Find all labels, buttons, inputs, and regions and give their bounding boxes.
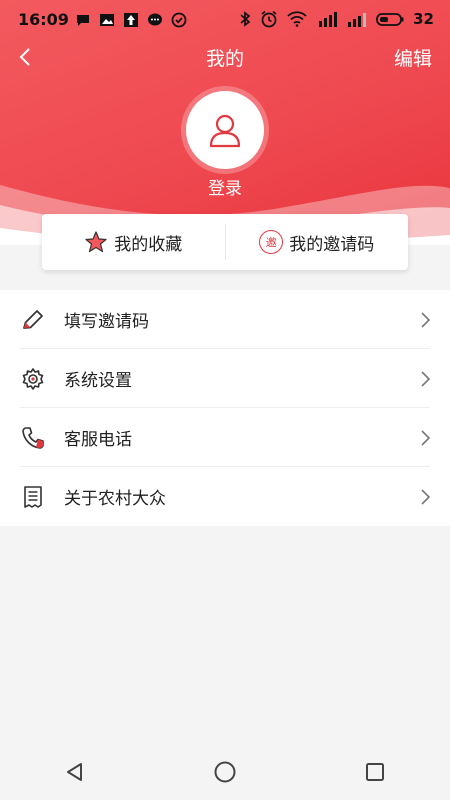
menu-item-enter-invite-code[interactable]: 填写邀请码 xyxy=(0,290,450,349)
chat-icon xyxy=(77,15,89,26)
triangle-back-icon xyxy=(67,763,82,781)
my-favorites-label: 我的收藏 xyxy=(114,234,183,255)
avatar[interactable] xyxy=(186,91,264,169)
signal-icon xyxy=(348,13,367,27)
nav-recents-button[interactable] xyxy=(360,757,390,787)
document-icon xyxy=(24,486,42,508)
wifi-icon xyxy=(287,11,307,27)
chevron-right-icon xyxy=(421,489,431,505)
message-icon xyxy=(148,13,162,26)
chevron-right-icon xyxy=(421,430,431,446)
star-icon xyxy=(85,231,107,253)
menu-item-about[interactable]: 关于农村大众 xyxy=(0,467,450,526)
menu-list: 填写邀请码 系统设置 客服电话 关于农村大众 xyxy=(0,290,450,526)
system-navigation-bar xyxy=(0,744,450,800)
battery-icon xyxy=(376,13,404,26)
edit-button[interactable]: 编辑 xyxy=(394,44,432,71)
phone-icon xyxy=(22,427,44,449)
login-button[interactable]: 登录 xyxy=(0,174,450,199)
nav-back-button[interactable] xyxy=(60,757,90,787)
check-icon xyxy=(171,12,187,28)
signal-icon xyxy=(319,12,338,27)
my-invite-code-button[interactable]: 邀 我的邀请码 xyxy=(226,214,409,270)
chevron-right-icon xyxy=(421,312,431,328)
user-icon xyxy=(209,114,241,148)
quick-actions-card: 我的收藏 邀 我的邀请码 xyxy=(42,214,408,270)
invite-icon-text: 邀 xyxy=(265,236,277,249)
bluetooth-icon xyxy=(240,11,251,27)
menu-item-system-settings[interactable]: 系统设置 xyxy=(0,349,450,408)
gear-icon xyxy=(22,368,44,390)
invite-icon: 邀 xyxy=(259,230,284,254)
menu-label: 关于农村大众 xyxy=(64,489,166,509)
alarm-icon xyxy=(261,10,277,28)
menu-item-customer-service-phone[interactable]: 客服电话 xyxy=(0,408,450,467)
menu-label: 系统设置 xyxy=(64,371,132,391)
menu-label: 填写邀请码 xyxy=(64,312,149,332)
menu-label: 客服电话 xyxy=(64,430,132,450)
upload-icon xyxy=(124,13,138,27)
nav-home-button[interactable] xyxy=(210,757,240,787)
battery-level: 32 xyxy=(413,10,434,28)
page-title: 我的 xyxy=(205,48,244,70)
square-recents-icon xyxy=(366,763,384,781)
pencil-icon xyxy=(23,310,43,329)
status-time: 16:09 xyxy=(18,10,69,29)
my-invite-code-label: 我的邀请码 xyxy=(289,234,375,255)
circle-home-icon xyxy=(214,761,236,783)
status-bar: 16:09 32 xyxy=(0,0,450,40)
image-icon xyxy=(100,14,114,26)
chevron-right-icon xyxy=(421,371,431,387)
my-favorites-button[interactable]: 我的收藏 xyxy=(42,214,225,270)
